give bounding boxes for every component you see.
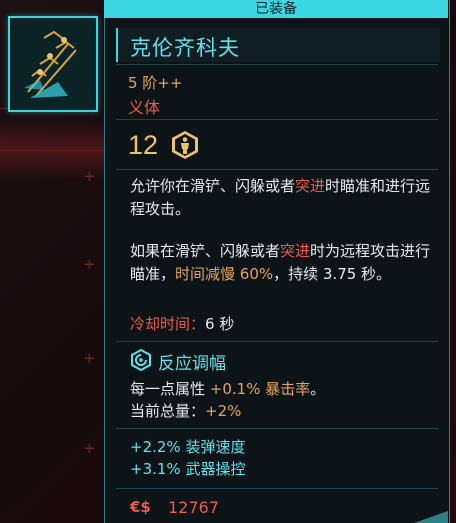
stat-value: +2.2% — [130, 438, 181, 456]
stat-value: +3.1% — [130, 460, 181, 478]
cooldown-value: 6 秒 — [205, 315, 235, 333]
background-cross: + — [84, 438, 95, 459]
stat-line: +2.2% 装弹速度 — [130, 436, 245, 458]
divider — [116, 341, 438, 342]
attunement-bonus: +0.1% 暴击率 — [209, 380, 311, 398]
humanoid-hexagon-icon — [172, 131, 198, 159]
item-tier: 5 阶++ — [128, 74, 183, 92]
description-paragraph-1: 允许你在滑铲、闪躲或者突进时瞄准和进行远程攻击。 — [130, 177, 431, 218]
divider — [116, 169, 438, 170]
spiral-icon — [131, 349, 151, 371]
item-type: 义体 — [128, 98, 161, 117]
divider — [116, 64, 438, 65]
divider — [116, 119, 438, 120]
eurodollar-icon: €$ — [130, 498, 151, 516]
background-cross: + — [84, 348, 95, 369]
background-cross: + — [84, 166, 95, 187]
equipped-badge: 已装备 — [104, 0, 448, 18]
stat-label: 装弹速度 — [185, 438, 246, 456]
highlight-keyword: 突进 — [295, 177, 326, 195]
divider — [116, 428, 438, 429]
cooldown-line: 冷却时间：6 秒 — [130, 313, 440, 336]
highlight-keyword: 突进 — [280, 242, 311, 260]
divider — [116, 488, 438, 489]
cyberware-arm-icon — [24, 30, 77, 98]
attunement-title: 反应调幅 — [158, 354, 226, 374]
background-line — [0, 150, 104, 151]
item-name: 克伦齐科夫 — [130, 36, 240, 60]
stat-line: +3.1% 武器操控 — [130, 458, 245, 480]
attunement-line-1: 每一点属性 +0.1% 暴击率。 — [130, 380, 326, 398]
description-paragraph-2: 如果在滑铲、闪躲或者突进时为远程攻击进行瞄准，时间减慢 60%，持续 3.75 … — [130, 242, 431, 283]
attunement-total: +2% — [205, 402, 242, 420]
cooldown-label: 冷却时间： — [130, 315, 206, 333]
capacity-cost: 12 — [128, 130, 159, 160]
highlight-effect: 时间减慢 60% — [175, 265, 274, 283]
background-cross: + — [84, 254, 95, 275]
attunement-line-2: 当前总量：+2% — [130, 402, 242, 420]
item-price: 12767 — [168, 498, 219, 517]
item-thumbnail[interactable] — [8, 16, 98, 112]
stat-label: 武器操控 — [185, 460, 246, 478]
